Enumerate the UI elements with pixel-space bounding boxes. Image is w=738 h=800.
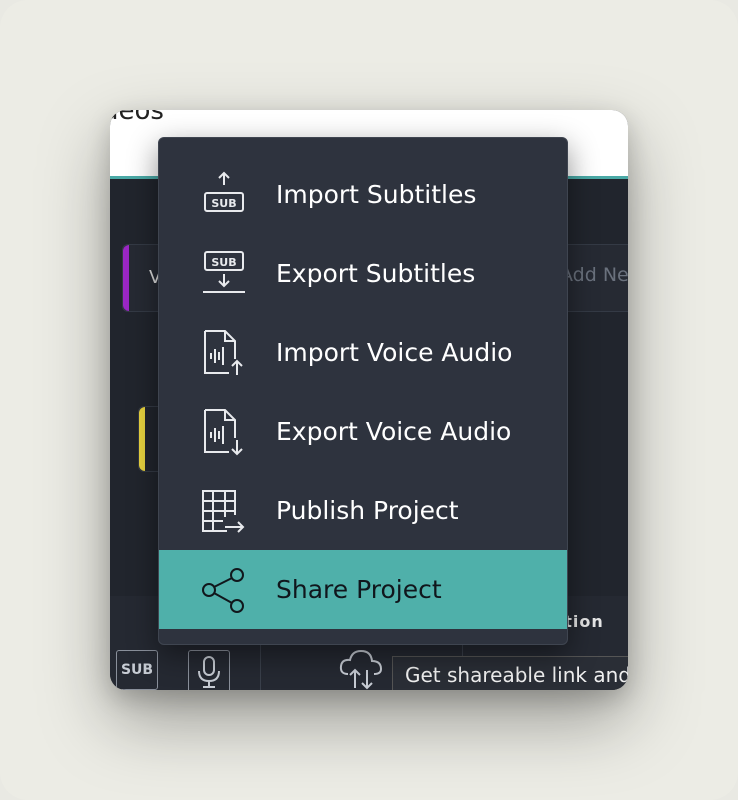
track-color-bar-yellow bbox=[139, 407, 145, 471]
tooltip: Get shareable link and bbox=[392, 656, 628, 690]
svg-text:SUB: SUB bbox=[211, 256, 236, 269]
import-subtitles-icon: SUB bbox=[199, 171, 249, 219]
svg-text:SUB: SUB bbox=[211, 197, 236, 210]
share-icon bbox=[199, 566, 249, 614]
menu-item-label: Publish Project bbox=[276, 496, 459, 525]
microphone-button[interactable] bbox=[188, 650, 230, 690]
menu-item-import-subtitles[interactable]: SUB Import Subtitles bbox=[159, 155, 567, 234]
menu-item-export-subtitles[interactable]: SUB Export Subtitles bbox=[159, 234, 567, 313]
menu-item-import-voice-audio[interactable]: Import Voice Audio bbox=[159, 313, 567, 392]
page-title: deos bbox=[110, 110, 164, 126]
menu-item-label: Share Project bbox=[276, 575, 442, 604]
menu-item-export-voice-audio[interactable]: Export Voice Audio bbox=[159, 392, 567, 471]
microphone-icon bbox=[198, 656, 220, 688]
menu-item-label: Import Subtitles bbox=[276, 180, 477, 209]
menu-item-label: Export Subtitles bbox=[276, 259, 476, 288]
subtitles-button[interactable]: SUB bbox=[116, 650, 158, 690]
import-voice-audio-icon bbox=[199, 329, 249, 377]
menu-item-label: Export Voice Audio bbox=[276, 417, 512, 446]
screenshot-frame: deos V Add Ne nation SUB Get shareable l… bbox=[0, 0, 738, 800]
export-voice-audio-icon bbox=[199, 408, 249, 456]
toolbar-divider bbox=[260, 640, 261, 690]
publish-project-icon bbox=[199, 487, 249, 535]
project-menu: SUB Import Subtitles SUB Export Subtitle… bbox=[158, 137, 568, 645]
menu-item-publish-project[interactable]: Publish Project bbox=[159, 471, 567, 550]
add-new-button[interactable]: Add Ne bbox=[560, 264, 628, 286]
cloud-sync-icon[interactable] bbox=[338, 648, 384, 690]
menu-item-label: Import Voice Audio bbox=[276, 338, 513, 367]
track-color-bar bbox=[123, 245, 129, 311]
menu-item-share-project[interactable]: Share Project bbox=[159, 550, 567, 629]
export-subtitles-icon: SUB bbox=[199, 250, 249, 298]
